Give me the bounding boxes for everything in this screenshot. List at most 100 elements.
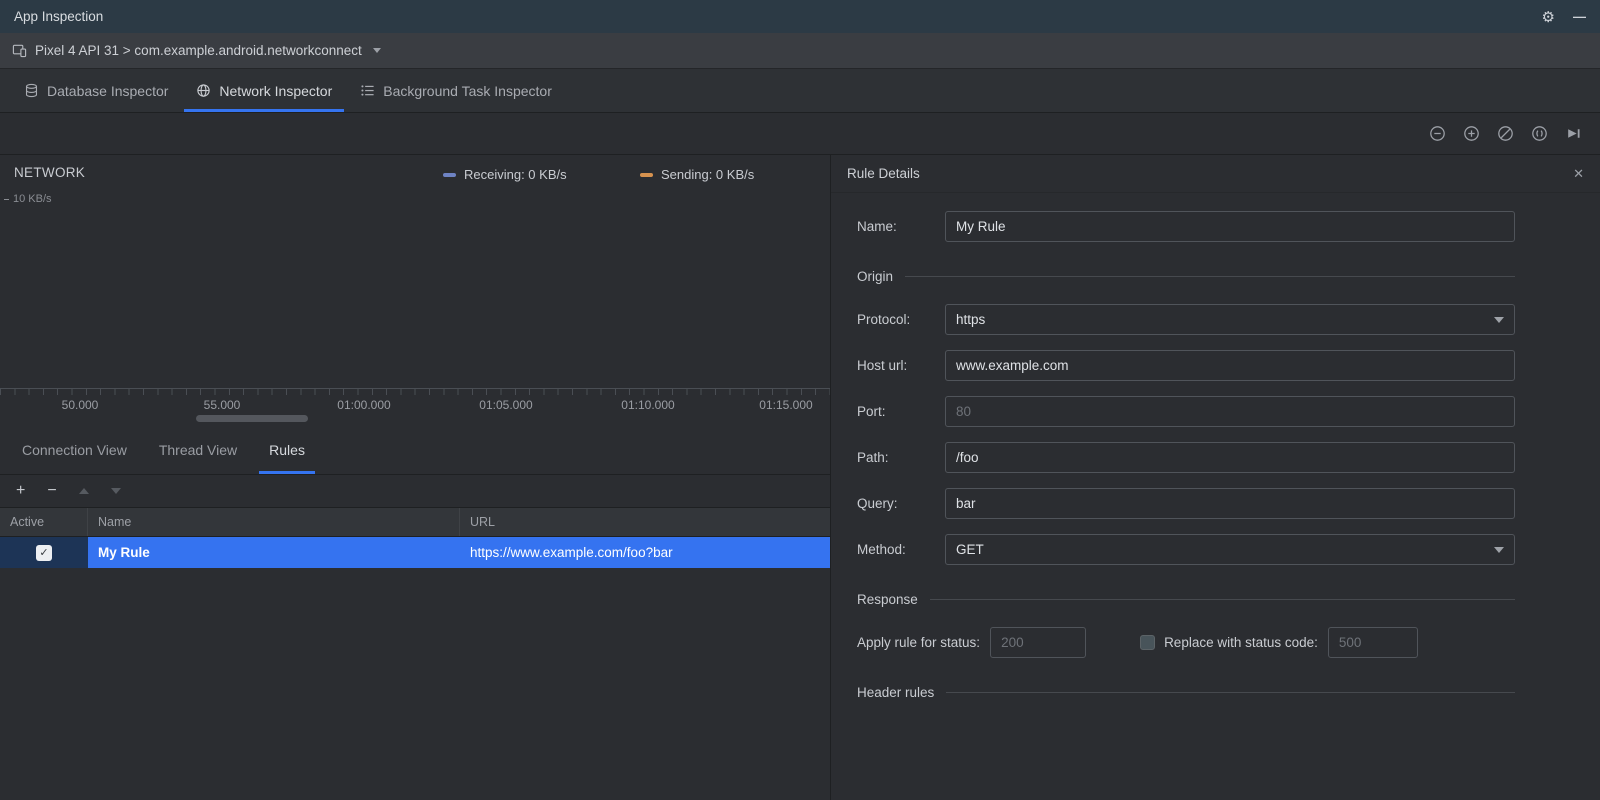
tab-connection-view[interactable]: Connection View	[6, 425, 143, 474]
window-titlebar: App Inspection ⚙ —	[0, 0, 1600, 33]
timeline-tick-label: 01:10.000	[621, 398, 675, 412]
network-chart: NETWORK 10 KB/s Receiving: 0 KB/s Sendin…	[0, 155, 830, 425]
timeline-tick-label: 01:05.000	[479, 398, 533, 412]
inspector-tab-bar: Database Inspector Network Inspector Bac…	[0, 69, 1600, 113]
tab-network-inspector[interactable]: Network Inspector	[182, 69, 346, 112]
zoom-out-icon[interactable]	[1429, 125, 1446, 142]
path-label: Path:	[857, 450, 889, 465]
tab-thread-view[interactable]: Thread View	[143, 425, 253, 474]
network-pane: NETWORK 10 KB/s Receiving: 0 KB/s Sendin…	[0, 155, 831, 800]
rule-name-cell[interactable]: My Rule	[88, 537, 460, 568]
protocol-dropdown[interactable]: https	[945, 304, 1515, 335]
column-header-active: Active	[0, 508, 88, 536]
settings-gear-icon[interactable]: ⚙	[1542, 8, 1555, 26]
add-rule-icon[interactable]: +	[16, 483, 25, 499]
tab-label: Network Inspector	[219, 82, 333, 99]
globe-icon	[197, 84, 211, 97]
move-up-icon[interactable]	[78, 488, 89, 494]
method-row: Method: GET	[857, 534, 1515, 565]
name-field[interactable]	[945, 211, 1515, 242]
y-axis-tick	[4, 198, 9, 200]
reset-zoom-icon[interactable]	[1497, 125, 1514, 142]
rules-table-header: Active Name URL	[0, 508, 830, 537]
replace-status-checkbox[interactable]	[1140, 635, 1156, 650]
status-row: Apply rule for status: Replace with stat…	[857, 627, 1515, 658]
minimize-icon[interactable]: —	[1573, 9, 1586, 24]
column-header-url: URL	[470, 515, 496, 529]
apply-status-label: Apply rule for status:	[857, 635, 981, 650]
apply-status-field[interactable]	[990, 627, 1087, 658]
rule-url-cell[interactable]: https://www.example.com/foo?bar	[460, 537, 830, 568]
panel-title: Rule Details	[847, 166, 920, 181]
replace-status-field[interactable]	[1327, 627, 1418, 658]
query-field[interactable]	[945, 488, 1515, 519]
path-row: Path:	[857, 442, 1515, 473]
rule-details-panel: Rule Details ✕ Name: Origin Protocol: ht…	[831, 155, 1600, 800]
response-section-header: Response	[857, 592, 1515, 607]
tab-database-inspector[interactable]: Database Inspector	[10, 69, 182, 112]
timeline-tick-label: 01:00.000	[337, 398, 391, 412]
section-divider	[946, 692, 1515, 693]
view-tab-bar: Connection View Thread View Rules	[0, 425, 830, 475]
timeline-tick-label: 50.000	[61, 398, 99, 412]
name-row: Name:	[857, 211, 1515, 242]
section-divider	[929, 599, 1515, 600]
rule-active-cell: ✓	[0, 537, 88, 568]
protocol-row: Protocol: https	[857, 304, 1515, 335]
y-axis-label: 10 KB/s	[4, 193, 52, 205]
close-icon[interactable]: ✕	[1573, 166, 1584, 182]
tab-background-task-inspector[interactable]: Background Task Inspector	[346, 69, 566, 112]
window-title: App Inspection	[14, 9, 104, 24]
tab-label: Background Task Inspector	[383, 82, 552, 99]
method-dropdown[interactable]: GET	[945, 534, 1515, 565]
chart-title: NETWORK	[14, 165, 86, 180]
port-row: Port:	[857, 396, 1515, 427]
rule-details-form: Name: Origin Protocol: https Host url: P…	[831, 193, 1600, 720]
jump-to-live-icon[interactable]	[1565, 125, 1582, 142]
chevron-down-icon[interactable]	[372, 48, 381, 53]
replace-status-label: Replace with status code:	[1164, 635, 1318, 650]
task-list-icon	[361, 85, 374, 96]
host-label: Host url:	[857, 358, 908, 373]
timeline-ticks	[0, 389, 830, 395]
host-field[interactable]	[945, 350, 1515, 381]
rule-details-header: Rule Details ✕	[831, 155, 1600, 193]
query-row: Query:	[857, 488, 1515, 519]
table-row[interactable]: ✓ My Rule https://www.example.com/foo?ba…	[0, 537, 830, 568]
timeline-tick-label: 01:15.000	[759, 398, 813, 412]
zoom-to-selection-icon[interactable]	[1531, 125, 1548, 142]
remove-rule-icon[interactable]: −	[47, 483, 56, 499]
column-header-name: Name	[88, 508, 460, 536]
checkbox-checked[interactable]: ✓	[36, 544, 52, 561]
process-selector[interactable]: Pixel 4 API 31 > com.example.android.net…	[35, 43, 362, 58]
move-down-icon[interactable]	[110, 488, 121, 494]
profiler-toolbar	[0, 113, 1600, 155]
header-rules-section-header: Header rules	[857, 685, 1515, 700]
legend-sending: Sending: 0 KB/s	[640, 167, 754, 182]
origin-section-header: Origin	[857, 269, 1515, 284]
port-label: Port:	[857, 404, 886, 419]
sending-swatch-icon	[640, 172, 653, 177]
receiving-swatch-icon	[443, 172, 456, 177]
main-content: NETWORK 10 KB/s Receiving: 0 KB/s Sendin…	[0, 155, 1600, 800]
timeline-scrollbar[interactable]	[196, 415, 308, 422]
method-label: Method:	[857, 542, 906, 557]
database-icon	[25, 83, 38, 98]
path-field[interactable]	[945, 442, 1515, 473]
zoom-in-icon[interactable]	[1463, 125, 1480, 142]
protocol-label: Protocol:	[857, 312, 911, 327]
rules-toolbar: + −	[0, 475, 830, 508]
section-divider	[905, 276, 1515, 277]
port-field[interactable]	[945, 396, 1515, 427]
chevron-down-icon	[1494, 546, 1504, 553]
process-selector-bar: Pixel 4 API 31 > com.example.android.net…	[0, 33, 1600, 69]
query-label: Query:	[857, 496, 898, 511]
rules-table-empty-area	[0, 568, 830, 800]
name-label: Name:	[857, 219, 897, 234]
tab-label: Database Inspector	[47, 82, 169, 99]
chevron-down-icon	[1494, 316, 1504, 323]
timeline-tick-label: 55.000	[203, 398, 241, 412]
device-icon	[12, 43, 27, 58]
host-row: Host url:	[857, 350, 1515, 381]
tab-rules[interactable]: Rules	[253, 425, 321, 474]
